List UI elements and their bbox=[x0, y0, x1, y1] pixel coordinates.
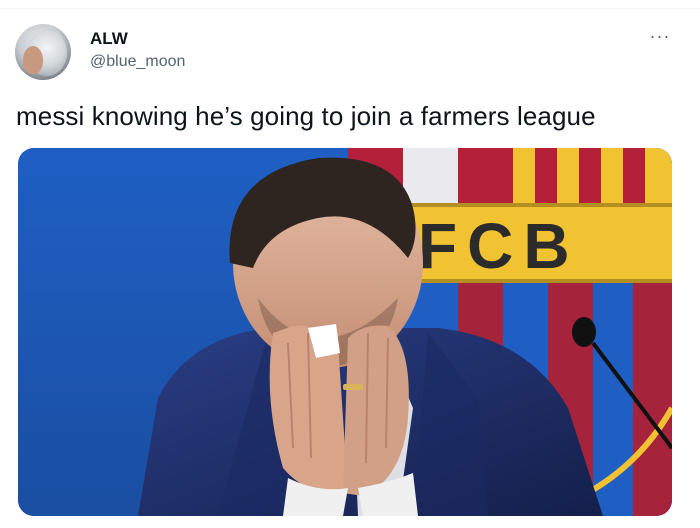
user-handle[interactable]: @blue_moon bbox=[90, 53, 185, 71]
avatar-face bbox=[23, 46, 43, 74]
crest-letters: FCB bbox=[418, 210, 580, 282]
avatar[interactable] bbox=[15, 24, 71, 80]
tweet-text: messi knowing he’s going to join a farme… bbox=[16, 101, 596, 131]
hands bbox=[269, 324, 409, 496]
tweet-photo[interactable]: FCB bbox=[18, 148, 672, 516]
display-name[interactable]: ALW bbox=[90, 29, 128, 49]
more-options-icon[interactable]: ··· bbox=[646, 27, 674, 48]
tweet-card: ALW @blue_moon ··· messi knowing he’s go… bbox=[0, 0, 700, 528]
photo-illustration: FCB bbox=[18, 148, 672, 516]
